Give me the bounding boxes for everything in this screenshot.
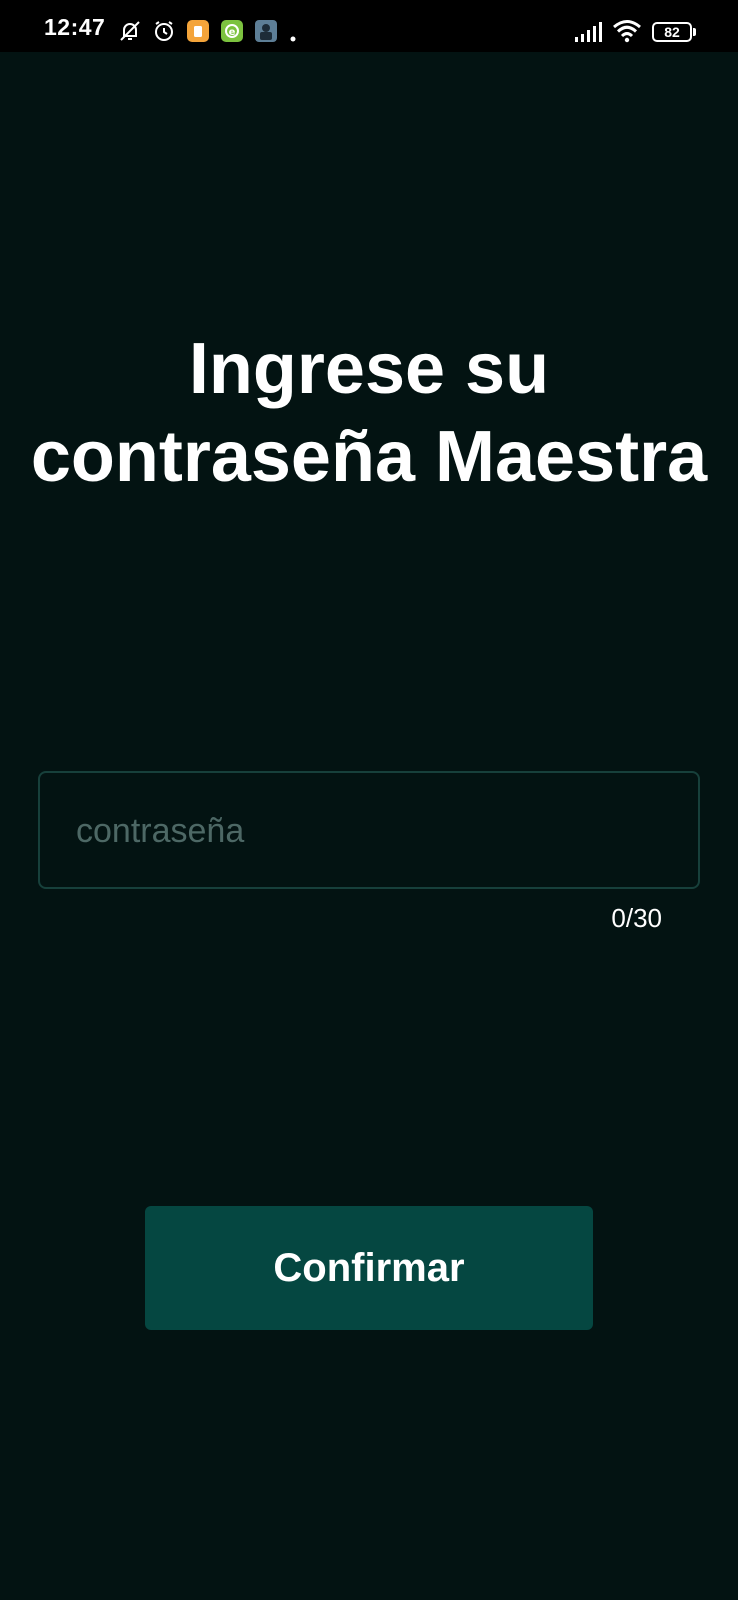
character-counter: 0/30 xyxy=(611,903,662,933)
wifi-icon xyxy=(612,19,642,43)
confirm-button[interactable]: Confirmar xyxy=(145,1206,593,1330)
svg-text:e: e xyxy=(229,27,236,38)
password-input[interactable] xyxy=(74,773,668,889)
title-line-2: contraseña Maestra xyxy=(30,417,708,497)
orange-app-icon xyxy=(186,19,210,43)
page-title: Ingrese su contraseña Maestra xyxy=(0,325,738,501)
battery-level: 82 xyxy=(664,24,680,40)
green-app-icon: e xyxy=(220,19,244,43)
status-bar: 12:47 e 82 xyxy=(0,0,738,52)
cellular-signal-icon xyxy=(574,20,602,44)
status-time: 12:47 xyxy=(44,14,106,40)
alarm-icon xyxy=(152,19,176,43)
battery-icon: 82 xyxy=(652,22,692,42)
password-field[interactable] xyxy=(38,771,700,889)
dot-icon xyxy=(290,29,296,42)
title-line-1: Ingrese su xyxy=(188,329,550,409)
battery-tip xyxy=(693,28,696,36)
game-app-icon xyxy=(254,19,278,43)
notifications-off-icon xyxy=(118,19,142,43)
